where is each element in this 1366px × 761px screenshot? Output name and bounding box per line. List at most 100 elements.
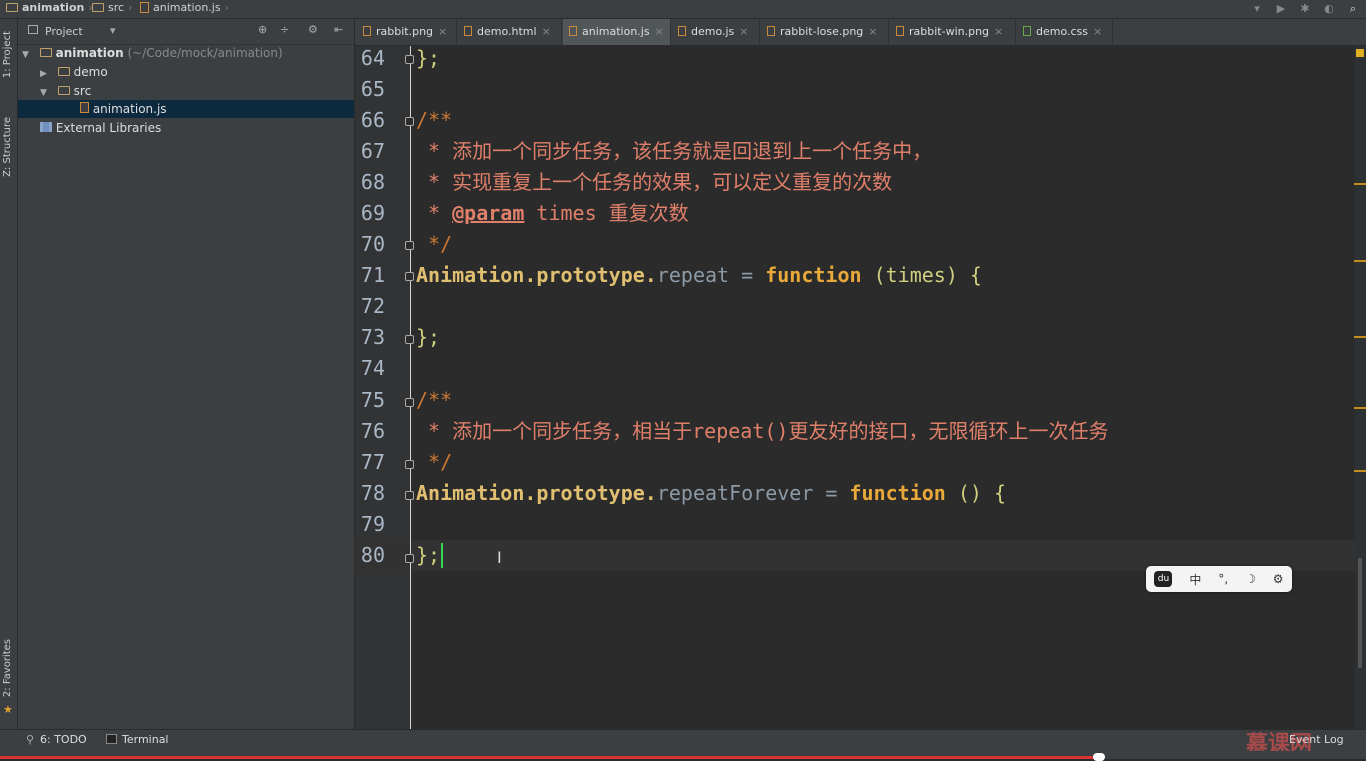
stripe-mark[interactable]: [1354, 470, 1366, 472]
line-number: 78: [360, 481, 385, 505]
line-number: 66: [360, 108, 385, 132]
library-icon: [40, 122, 52, 132]
line-number: 75: [360, 388, 385, 412]
editor-tab-bar: rabbit.png × demo.html × animation.js × dem…: [355, 19, 1366, 46]
close-icon[interactable]: ×: [1093, 25, 1102, 38]
line-number: 67: [360, 139, 385, 163]
favorites-tool-button[interactable]: 2: Favorites: [2, 639, 13, 697]
tab-demo-css[interactable]: demo.css ×: [1017, 19, 1113, 45]
navigation-bar: animation › src › animation.js › ▾ ▶ ✱ ◐…: [0, 0, 1366, 19]
close-icon[interactable]: ×: [542, 25, 551, 38]
code-line-71: Animation.prototype.repeat = function (t…: [416, 263, 982, 287]
run-config-dropdown-icon[interactable]: ▾: [1250, 2, 1264, 16]
debug-icon[interactable]: ✱: [1298, 2, 1312, 16]
text-caret: [441, 543, 443, 568]
project-view-selector[interactable]: Project: [45, 25, 83, 38]
todo-icon: ⚲: [26, 733, 35, 746]
chevron-down-icon[interactable]: ▾: [110, 24, 116, 37]
ime-mode-toggle[interactable]: 中: [1189, 571, 1201, 588]
tab-rabbit-win-png[interactable]: rabbit-win.png ×: [890, 19, 1016, 45]
moon-icon[interactable]: ☽: [1245, 572, 1256, 586]
line-number: 79: [360, 512, 385, 536]
project-tool-button[interactable]: 1: Project: [2, 31, 13, 78]
ime-toolbar[interactable]: du 中 °, ☽ ⚙: [1146, 566, 1292, 592]
todo-tool-button[interactable]: 6: TODO: [40, 733, 87, 746]
tab-rabbit-lose-png[interactable]: rabbit-lose.png ×: [761, 19, 889, 45]
tab-demo-js[interactable]: demo.js ×: [672, 19, 760, 45]
folder-icon: [39, 48, 52, 57]
stripe-mark[interactable]: [1354, 183, 1366, 185]
jsdoc-tag: @param: [452, 201, 525, 225]
search-icon[interactable]: ⌕: [1346, 2, 1360, 16]
tab-demo-html[interactable]: demo.html ×: [458, 19, 562, 45]
expand-arrow-icon[interactable]: ▼: [22, 46, 32, 64]
code-line-70: */: [416, 232, 453, 256]
image-file-icon: [363, 26, 371, 36]
image-file-icon: [896, 26, 904, 36]
line-number: 71: [360, 263, 385, 287]
line-number: 69: [360, 201, 385, 225]
fold-marker-icon[interactable]: [405, 398, 414, 407]
folder-icon: [57, 86, 70, 95]
event-log-button[interactable]: Event Log: [1289, 733, 1344, 746]
gear-icon[interactable]: ⚙: [1273, 572, 1284, 586]
sync-icon[interactable]: ⊕: [258, 23, 267, 36]
run-icon[interactable]: ▶: [1274, 2, 1288, 16]
gear-icon[interactable]: ⚙: [308, 23, 318, 36]
js-file-icon: [80, 102, 89, 113]
fold-marker-icon[interactable]: [405, 335, 414, 344]
fold-marker-icon[interactable]: [405, 460, 414, 469]
fold-marker-icon[interactable]: [405, 491, 414, 500]
code-line-67: * 添加一个同步任务，该任务就是回退到上一个任务中，: [416, 139, 933, 163]
code-line-66: /**: [416, 108, 453, 132]
close-icon[interactable]: ×: [438, 25, 447, 38]
fold-marker-icon[interactable]: [405, 272, 414, 281]
tab-rabbit-png[interactable]: rabbit.png ×: [357, 19, 457, 45]
project-panel: Project ▾ ⊕ ÷ ⚙ ⇤ ▼ animation (~/Code/mo…: [18, 19, 355, 729]
breadcrumb-folder[interactable]: src ›: [92, 1, 132, 14]
ime-logo-icon[interactable]: du: [1154, 571, 1173, 587]
line-number: 74: [360, 356, 385, 380]
breadcrumb-project[interactable]: animation ›: [6, 1, 93, 14]
tree-item-animation-js[interactable]: animation.js: [18, 100, 354, 118]
fold-marker-icon[interactable]: [405, 117, 414, 126]
stripe-mark[interactable]: [1354, 260, 1366, 262]
breadcrumb-file[interactable]: animation.js ›: [140, 1, 229, 14]
structure-tool-button[interactable]: Z: Structure: [2, 117, 13, 177]
hide-panel-icon[interactable]: ⇤: [334, 23, 343, 36]
code-line-73: };: [416, 325, 441, 349]
terminal-icon: [106, 734, 117, 744]
close-icon[interactable]: ×: [739, 25, 748, 38]
status-bar: [0, 751, 1366, 761]
collapse-icon[interactable]: ÷: [280, 23, 289, 36]
progress-handle[interactable]: [1093, 753, 1105, 761]
tree-item-demo[interactable]: ▶ demo: [18, 63, 354, 81]
fold-marker-icon[interactable]: [405, 554, 414, 563]
scrollbar-thumb[interactable]: [1358, 558, 1362, 668]
star-icon: ★: [3, 703, 13, 716]
line-number: 76: [360, 419, 385, 443]
stripe-mark[interactable]: [1354, 407, 1366, 409]
fold-marker-icon[interactable]: [405, 241, 414, 250]
code-line-76: * 添加一个同步任务，相当于repeat()更友好的接口，无限循环上一次任务: [416, 419, 1109, 443]
html-file-icon: [464, 26, 472, 36]
close-icon[interactable]: ×: [994, 25, 1003, 38]
close-icon[interactable]: ×: [868, 25, 877, 38]
code-line-78: Animation.prototype.repeatForever = func…: [416, 481, 1007, 505]
tree-item-src[interactable]: ▼ src: [18, 82, 354, 100]
tree-item-external-libraries[interactable]: External Libraries: [18, 119, 354, 137]
ime-punct-toggle[interactable]: °,: [1218, 572, 1228, 586]
image-file-icon: [767, 26, 775, 36]
fold-marker-icon[interactable]: [405, 55, 414, 64]
code-line-75: /**: [416, 388, 453, 412]
warning-indicator-icon[interactable]: [1356, 49, 1364, 57]
tab-animation-js[interactable]: animation.js ×: [563, 19, 671, 45]
terminal-tool-button[interactable]: Terminal: [122, 733, 169, 746]
line-number: 68: [360, 170, 385, 194]
close-icon[interactable]: ×: [655, 25, 664, 38]
stripe-mark[interactable]: [1354, 336, 1366, 338]
line-number: 80: [360, 543, 385, 567]
tree-item-animation[interactable]: ▼ animation (~/Code/mock/animation): [18, 44, 354, 62]
collapsed-arrow-icon[interactable]: ▶: [40, 65, 50, 83]
coverage-icon[interactable]: ◐: [1322, 2, 1336, 16]
